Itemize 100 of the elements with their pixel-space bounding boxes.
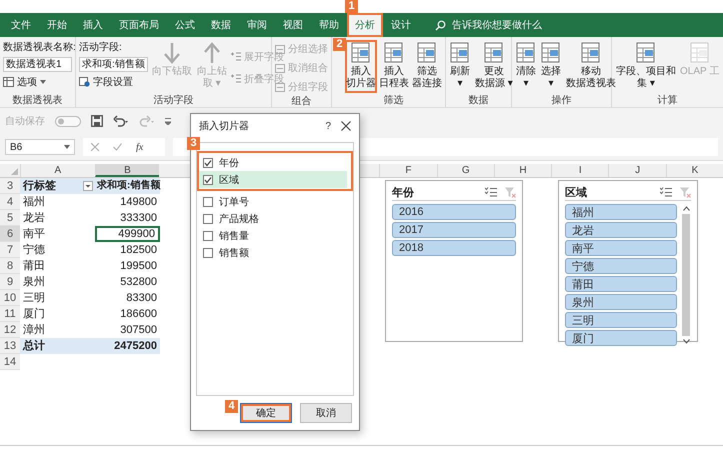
- name-box[interactable]: B6: [5, 139, 75, 155]
- help-button[interactable]: ?: [325, 120, 331, 132]
- table-cell-text: 三明: [22, 291, 46, 306]
- field-list-item[interactable]: 订单号: [197, 193, 348, 210]
- arrow-down-icon: [162, 42, 181, 64]
- table-cell-text: 龙岩: [22, 211, 46, 226]
- scrollbar[interactable]: [681, 204, 691, 346]
- row-number: 9: [0, 274, 20, 290]
- sheet-icon: [417, 42, 437, 64]
- field-list-item[interactable]: 产品规格: [197, 210, 348, 227]
- multi-select-icon[interactable]: [485, 187, 497, 197]
- options-button[interactable]: 选项: [3, 75, 72, 89]
- sheet-icon: [450, 42, 470, 64]
- sheet-icon: [690, 42, 710, 64]
- sheet-icon: [351, 42, 371, 64]
- ribbon-tab[interactable]: 帮助: [311, 13, 347, 37]
- insert-function-button[interactable]: fx: [136, 142, 144, 152]
- close-icon[interactable]: [341, 121, 351, 131]
- checkbox[interactable]: [203, 214, 213, 224]
- slicer-item[interactable]: 2017: [392, 222, 516, 238]
- slicer-item[interactable]: 南平: [565, 240, 677, 256]
- customize-icon[interactable]: [165, 117, 171, 125]
- slicer-item[interactable]: 泉州: [565, 294, 677, 310]
- column-header[interactable]: I: [551, 164, 608, 177]
- column-header[interactable]: G: [436, 164, 494, 177]
- ribbon-button[interactable]: 插入 日程表: [378, 40, 410, 93]
- ribbon-tab[interactable]: 设计: [383, 13, 419, 37]
- undo-icon[interactable]: [113, 115, 129, 127]
- table-cell-text: 泉州: [22, 275, 46, 290]
- ribbon-tab[interactable]: 公式: [167, 13, 203, 37]
- slicer-item[interactable]: 宁德: [565, 258, 677, 274]
- cancel-button[interactable]: 取消: [300, 403, 352, 423]
- slicer-item[interactable]: 龙岩: [565, 222, 677, 238]
- scroll-up-icon[interactable]: [682, 206, 690, 211]
- slicer-title: 区域: [565, 186, 588, 200]
- dialog-title: 插入切片器: [199, 120, 250, 133]
- group-label: 筛选: [382, 94, 404, 107]
- slicer-item[interactable]: 2016: [392, 204, 516, 220]
- caret-icon: [40, 80, 46, 84]
- scroll-down-icon[interactable]: [682, 339, 690, 344]
- slicer-item[interactable]: 莆田: [565, 276, 677, 292]
- autosave-toggle[interactable]: [55, 116, 81, 126]
- ribbon-button[interactable]: 选择 ▾: [540, 40, 562, 93]
- table-cell-text: 182500: [119, 243, 158, 258]
- table-cell: 499900: [95, 226, 160, 242]
- slicer-item[interactable]: 福州: [565, 204, 677, 220]
- ribbon-tab[interactable]: 文件: [3, 13, 39, 37]
- field-list-item[interactable]: 销售量: [197, 227, 348, 244]
- table-cell-text: 186600: [119, 307, 158, 322]
- sheet-icon: [484, 42, 504, 64]
- row-number: 7: [0, 242, 20, 258]
- pivot-name-field[interactable]: 数据透视表1: [3, 57, 72, 72]
- ok-button[interactable]: 确定: [240, 403, 292, 423]
- slicer-item[interactable]: 三明: [565, 312, 677, 328]
- ribbon-tab[interactable]: 开始: [39, 13, 75, 37]
- slicer-item[interactable]: 厦门: [565, 330, 677, 346]
- ribbon-button[interactable]: 筛选 器连接: [411, 40, 443, 93]
- slicer-title: 年份: [392, 186, 415, 200]
- table-cell-text: 532800: [119, 275, 158, 290]
- ribbon-tab[interactable]: 分析: [347, 13, 383, 37]
- table-cell-text: 漳州: [22, 322, 46, 338]
- checkbox[interactable]: [203, 230, 213, 240]
- column-header[interactable]: B: [94, 164, 160, 177]
- ribbon-tab[interactable]: 插入: [75, 13, 111, 37]
- checkbox[interactable]: [203, 174, 213, 184]
- field-list-item[interactable]: 年份: [199, 154, 347, 171]
- slicer-item[interactable]: 2018: [392, 240, 516, 256]
- save-icon[interactable]: [91, 115, 103, 127]
- table-cell-text: 83300: [125, 291, 158, 306]
- checkbox[interactable]: [203, 196, 213, 206]
- ribbon-button[interactable]: 字段、项目和 集 ▾: [615, 40, 677, 93]
- tell-me-search[interactable]: 告诉我你想要做什么: [435, 13, 542, 37]
- arrow-up-icon: [202, 42, 221, 64]
- table-icon: [3, 77, 14, 87]
- ribbon-tab[interactable]: 视图: [275, 13, 311, 37]
- cancel-icon[interactable]: [91, 143, 99, 151]
- table-cell-text: 149800: [119, 195, 158, 210]
- column-header[interactable]: J: [608, 164, 666, 177]
- ribbon-tab[interactable]: 审阅: [239, 13, 275, 37]
- enter-icon[interactable]: [113, 143, 122, 151]
- column-header[interactable]: K: [666, 164, 723, 177]
- active-field-input[interactable]: 求和项:销售额: [79, 57, 148, 72]
- field-settings-button[interactable]: 字段设置: [79, 75, 148, 89]
- ribbon-tab[interactable]: 页面布局: [111, 13, 167, 37]
- total-value: 2475200: [95, 338, 160, 354]
- multi-select-icon[interactable]: [660, 187, 672, 197]
- ribbon-tab[interactable]: 数据: [203, 13, 239, 37]
- checkbox[interactable]: [203, 248, 213, 258]
- checkbox[interactable]: [203, 158, 213, 168]
- column-header[interactable]: H: [494, 164, 552, 177]
- ribbon-button[interactable]: 更改 数据源 ▾: [474, 40, 514, 93]
- ribbon-button[interactable]: 刷新 ▾: [449, 40, 471, 93]
- ribbon-button[interactable]: 移动 数据透视表: [565, 40, 617, 93]
- group-label: 数据透视表: [12, 94, 64, 107]
- field-list-item[interactable]: 区域: [199, 171, 347, 188]
- value-header: 求和项:销售额: [95, 178, 160, 194]
- field-list-item[interactable]: 销售额: [197, 244, 348, 261]
- filter-dropdown-icon[interactable]: [83, 181, 93, 191]
- ribbon-button[interactable]: 清除 ▾: [515, 40, 537, 93]
- column-header[interactable]: F: [379, 164, 437, 177]
